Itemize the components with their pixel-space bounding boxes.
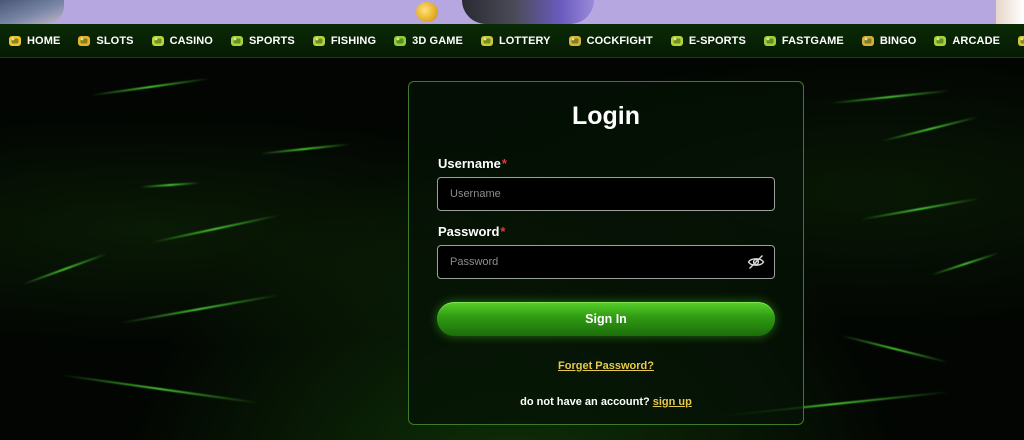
light-streak (860, 197, 980, 221)
nav-item-cockfight[interactable]: COCKFIGHT (567, 33, 653, 49)
required-mark: * (501, 156, 507, 171)
light-streak (830, 89, 950, 105)
sign-up-link[interactable]: sign up (653, 396, 692, 408)
banner-character-image (0, 0, 64, 24)
light-streak (151, 214, 279, 244)
username-label-text: Username (438, 156, 501, 171)
light-streak (841, 334, 949, 364)
nav-item-e-sports[interactable]: E-SPORTS (669, 33, 746, 49)
login-card: Login Username* Password* Sign In Forget… (408, 81, 804, 425)
nav-item-fishing[interactable]: FISHING (311, 33, 376, 49)
login-title: Login (571, 102, 641, 130)
light-streak (121, 294, 279, 324)
nav-item-casino[interactable]: CASINO (150, 33, 213, 49)
nav-item-lottery[interactable]: LOTTERY (479, 33, 551, 49)
password-label-text: Password (438, 224, 500, 239)
nav-item-slots[interactable]: SLOTS (76, 33, 133, 49)
nav-item-label: ARCADE (952, 34, 1001, 47)
nav-item-fastgame[interactable]: FASTGAME (762, 33, 844, 49)
username-label: Username* (438, 156, 507, 171)
light-streak (140, 181, 200, 189)
slots-icon (76, 33, 92, 49)
nav-item-home[interactable]: HOME (7, 33, 60, 49)
password-input[interactable] (437, 245, 775, 279)
banner-motorbike-image (462, 0, 594, 24)
username-input[interactable] (437, 177, 775, 211)
light-streak (260, 143, 350, 155)
nav-item-label: BINGO (879, 34, 917, 47)
nav-item-label: SLOTS (96, 34, 134, 47)
nav-item-label: HOME (27, 34, 61, 47)
light-streak (60, 374, 260, 404)
esports-icon (669, 33, 685, 49)
lottery-icon (479, 33, 495, 49)
light-streak (90, 77, 210, 97)
nav-item-sports[interactable]: SPORTS (229, 33, 295, 49)
nav-item-label: CASINO (169, 34, 213, 47)
hide-password-eye-icon[interactable] (747, 254, 765, 270)
sports-ball-icon (229, 33, 245, 49)
nav-item-promos[interactable]: PROMOS (1016, 33, 1024, 49)
password-label: Password* (438, 224, 505, 239)
banner-character-image-right (996, 0, 1024, 24)
rooster-icon (567, 33, 583, 49)
nav-item-bingo[interactable]: BINGO (860, 33, 917, 49)
light-streak (22, 252, 108, 286)
signup-row: do not have an account? sign up (409, 396, 803, 408)
no-account-text: do not have an account? (520, 396, 650, 408)
light-streak (931, 252, 999, 276)
home-icon (7, 33, 23, 49)
bingo-icon (860, 33, 876, 49)
gift-icon (1016, 33, 1024, 49)
rocket-icon (762, 33, 778, 49)
promo-banner[interactable] (0, 0, 1024, 24)
required-mark: * (500, 224, 506, 239)
nav-item-label: E-SPORTS (688, 34, 746, 47)
light-streak (881, 115, 979, 143)
coin-icon (416, 2, 438, 22)
forget-password-link[interactable]: Forget Password? (409, 360, 803, 372)
fishing-icon (311, 33, 327, 49)
casino-icon (150, 33, 166, 49)
nav-item-label: SPORTS (248, 34, 295, 47)
3d-game-icon (392, 33, 408, 49)
sign-in-button[interactable]: Sign In (437, 302, 775, 336)
nav-item-3d-game[interactable]: 3D GAME (392, 33, 463, 49)
nav-item-label: LOTTERY (498, 34, 551, 47)
nav-item-label: COCKFIGHT (586, 34, 653, 47)
nav-item-label: FASTGAME (781, 34, 844, 47)
nav-item-label: FISHING (330, 34, 377, 47)
nav-item-label: 3D GAME (412, 34, 463, 47)
main-nav: HOME SLOTS CASINO SPORTS FISHING 3D GAME LOTTE… (0, 24, 1024, 58)
arcade-icon (932, 33, 948, 49)
nav-item-arcade[interactable]: ARCADE (932, 33, 1000, 49)
